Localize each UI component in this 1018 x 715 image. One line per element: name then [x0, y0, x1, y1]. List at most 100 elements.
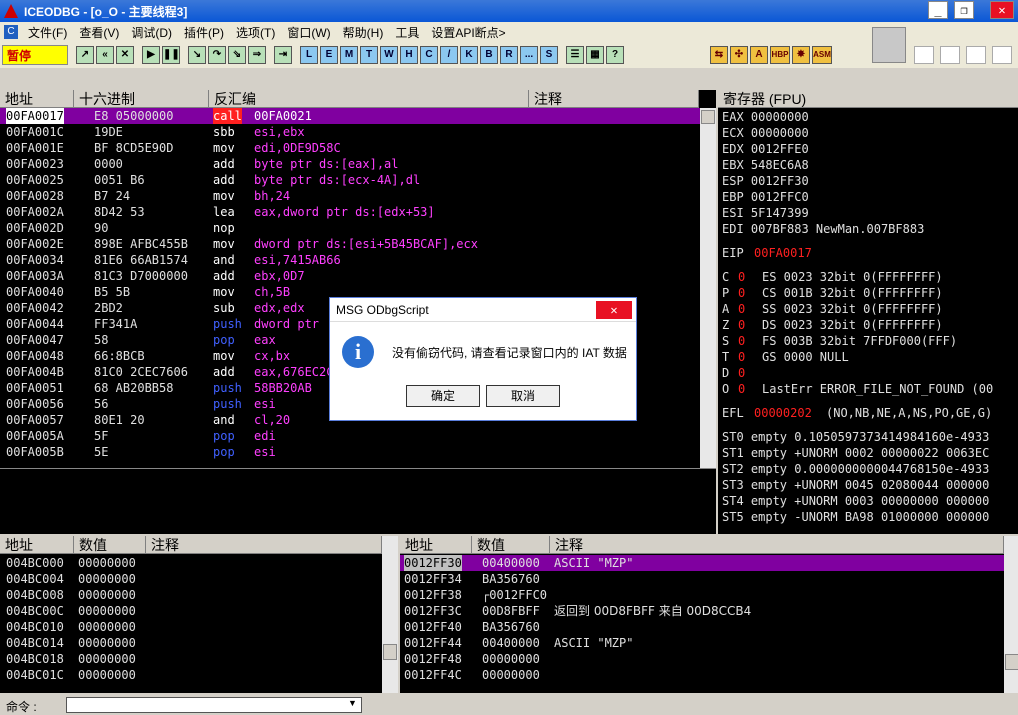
step-over-icon[interactable]: ↷ — [208, 46, 226, 64]
pause-icon[interactable]: ❚❚ — [162, 46, 180, 64]
stack-col-value[interactable]: 数值 — [472, 536, 550, 554]
minimize-button[interactable]: _ — [928, 1, 948, 19]
disasm-scrollbar[interactable] — [700, 108, 716, 468]
stack-row[interactable]: 0012FF3C 00D8FBFF 返回到 00D8FBFF 来自 00D8CCB4 — [400, 603, 1004, 619]
register-line[interactable]: EBP 0012FFC0 — [722, 189, 809, 205]
plugin-ab-icon[interactable]: A — [750, 46, 768, 64]
disasm-row[interactable]: 00FA001E BF 8CD5E90D mov edi,0DE9D58C — [0, 140, 700, 156]
flag-value[interactable]: 0 — [738, 317, 745, 333]
menu-window[interactable]: 窗口(W) — [281, 24, 336, 41]
menu-set-api-bp[interactable]: 设置API断点> — [425, 24, 511, 41]
trace-into-icon[interactable]: ⇘ — [228, 46, 246, 64]
dump-row[interactable]: 004BC014 00000000 — [0, 635, 380, 651]
command-dropdown-icon[interactable]: ▼ — [348, 698, 357, 708]
menu-tools[interactable]: 工具 — [389, 24, 425, 41]
flag-value[interactable]: 0 — [738, 333, 745, 349]
source-window-button[interactable]: S — [540, 46, 558, 64]
fpu-register[interactable]: ST2 empty 0.0000000000044768150e-4933 — [722, 461, 1016, 477]
stack-row[interactable]: 0012FF44 00400000 ASCII "MZP" — [400, 635, 1004, 651]
disasm-row[interactable]: 00FA005A 5F pop edi — [0, 428, 700, 444]
fpu-register[interactable]: ST1 empty +UNORM 0002 00000022 0063EC — [722, 445, 1016, 461]
disasm-row[interactable]: 00FA005B 5E pop esi — [0, 444, 700, 460]
col-address[interactable]: 地址 — [0, 90, 74, 108]
restart-icon[interactable]: « — [96, 46, 114, 64]
execute-till-return-icon[interactable]: ⇥ — [274, 46, 292, 64]
disasm-row[interactable]: 00FA0017 E8 05000000 call 00FA0021 — [0, 108, 700, 124]
cancel-button[interactable]: 取消 — [486, 385, 560, 407]
modules-window-button[interactable]: E — [320, 46, 338, 64]
menu-help[interactable]: 帮助(H) — [337, 24, 390, 41]
dump-col-address[interactable]: 地址 — [0, 536, 74, 554]
plugin-gear-icon[interactable]: ✸ — [792, 46, 810, 64]
stack-row[interactable]: 0012FF30 00400000 ASCII "MZP" — [400, 555, 1004, 571]
plugin-panel[interactable] — [872, 27, 906, 63]
cpu-window-icon[interactable]: C — [4, 25, 18, 39]
plugin-arrow-icon[interactable]: ⇆ — [710, 46, 728, 64]
menu-debug[interactable]: 调试(D) — [125, 24, 178, 41]
disasm-row[interactable]: 00FA001C 19DE sbb esi,ebx — [0, 124, 700, 140]
flag-value[interactable]: 0 — [738, 381, 745, 397]
stack-col-address[interactable]: 地址 — [400, 536, 472, 554]
dump-row[interactable]: 004BC004 00000000 — [0, 571, 380, 587]
plugin-slot-2[interactable] — [940, 46, 960, 64]
trace-over-icon[interactable]: ⇒ — [248, 46, 266, 64]
run-trace-window-button[interactable]: ... — [520, 46, 538, 64]
dump-row[interactable]: 004BC010 00000000 — [0, 619, 380, 635]
stack-scrollbar[interactable] — [1004, 536, 1018, 693]
maximize-button[interactable]: ❐ — [954, 1, 974, 19]
disasm-row[interactable]: 00FA0034 81E6 66AB1574 and esi,7415AB66 — [0, 252, 700, 268]
menu-options[interactable]: 选项(T) — [230, 24, 281, 41]
stack-row[interactable]: 0012FF34 BA356760 — [400, 571, 1004, 587]
help-icon[interactable]: ? — [606, 46, 624, 64]
plugin-slot-4[interactable] — [992, 46, 1012, 64]
flag-value[interactable]: 0 — [738, 365, 745, 381]
disasm-row[interactable]: 00FA0028 B7 24 mov bh,24 — [0, 188, 700, 204]
col-hex[interactable]: 十六进制 — [74, 90, 209, 108]
list-icon[interactable]: ☰ — [566, 46, 584, 64]
stack-row[interactable]: 0012FF48 00000000 — [400, 651, 1004, 667]
asm-button[interactable]: ASM — [812, 46, 832, 64]
fpu-register[interactable]: ST3 empty +UNORM 0045 02080044 000000 — [722, 477, 1016, 493]
cpu-window-button[interactable]: C — [420, 46, 438, 64]
windows-window-button[interactable]: W — [380, 46, 398, 64]
efl-value[interactable]: 00000202 — [754, 405, 812, 421]
stack-row[interactable]: 0012FF4C 00000000 — [400, 667, 1004, 683]
dump-row[interactable]: 004BC008 00000000 — [0, 587, 380, 603]
register-line[interactable]: ECX 00000000 — [722, 125, 809, 141]
command-input[interactable] — [66, 697, 362, 713]
fpu-register[interactable]: ST0 empty 0.1050597373414984160e-4933 — [722, 429, 1016, 445]
dump-row[interactable]: 004BC000 00000000 — [0, 555, 380, 571]
disasm-row[interactable]: 00FA002A 8D42 53 lea eax,dword ptr ds:[edx+… — [0, 204, 700, 220]
dump-row[interactable]: 004BC01C 00000000 — [0, 667, 380, 683]
menu-plugins[interactable]: 插件(P) — [178, 24, 230, 41]
disasm-row[interactable]: 00FA0025 0051 B6 add byte ptr ds:[ecx-4A],d… — [0, 172, 700, 188]
close-file-icon[interactable]: ✕ — [116, 46, 134, 64]
close-button[interactable]: ✕ — [990, 1, 1014, 19]
callstack-window-button[interactable]: K — [460, 46, 478, 64]
stack-col-comment[interactable]: 注释 — [550, 536, 1004, 554]
stack-row[interactable]: 0012FF40 BA356760 — [400, 619, 1004, 635]
fpu-register[interactable]: ST5 empty -UNORM BA98 01000000 000000 — [722, 509, 1016, 525]
col-comment[interactable]: 注释 — [529, 90, 699, 108]
references-window-button[interactable]: R — [500, 46, 518, 64]
dump-pane[interactable]: 地址 数值 注释 004BC000 00000000 004BC004 0000000… — [0, 536, 398, 693]
register-line[interactable]: EBX 548EC6A8 — [722, 157, 809, 173]
plugin-slot-1[interactable] — [914, 46, 934, 64]
register-line[interactable]: EDI 007BF883 NewMan.007BF883 — [722, 221, 924, 237]
register-line[interactable]: ESI 5F147399 — [722, 205, 809, 221]
threads-window-button[interactable]: T — [360, 46, 378, 64]
flag-value[interactable]: 0 — [738, 269, 745, 285]
stack-row[interactable]: 0012FF38 ┌0012FFC0 — [400, 587, 1004, 603]
fpu-register[interactable]: ST4 empty +UNORM 0003 00000000 000000 — [722, 493, 1016, 509]
disasm-row[interactable]: 00FA003A 81C3 D7000000 add ebx,0D7 — [0, 268, 700, 284]
options-icon[interactable]: ▦ — [586, 46, 604, 64]
log-window-button[interactable]: L — [300, 46, 318, 64]
dump-col-comment[interactable]: 注释 — [146, 536, 382, 554]
menu-file[interactable]: 文件(F) — [22, 24, 73, 41]
open-icon[interactable]: ↗ — [76, 46, 94, 64]
hbp-button[interactable]: HBP — [770, 46, 790, 64]
register-line[interactable]: ESP 0012FF30 — [722, 173, 809, 189]
disasm-row[interactable]: 00FA0023 0000 add byte ptr ds:[eax],al — [0, 156, 700, 172]
handles-window-button[interactable]: H — [400, 46, 418, 64]
flag-value[interactable]: 0 — [738, 301, 745, 317]
